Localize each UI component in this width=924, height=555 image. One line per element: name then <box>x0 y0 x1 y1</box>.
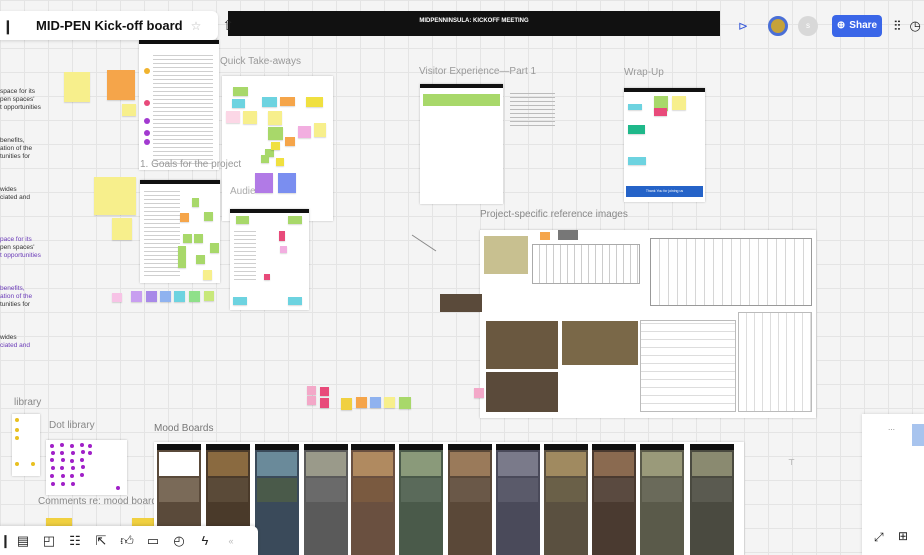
swatch-sticky[interactable] <box>341 398 352 410</box>
reference-photo <box>562 321 638 365</box>
map-icon[interactable]: ⊞ <box>898 529 908 543</box>
swatch-sticky[interactable] <box>307 386 316 395</box>
section-label: library <box>14 397 42 408</box>
swatch-sticky[interactable] <box>370 397 381 408</box>
settings-sliders-icon[interactable]: ⫶⫶ <box>894 18 901 34</box>
map-image <box>484 236 528 274</box>
timer-icon[interactable]: ◷ <box>910 18 921 34</box>
section-label: Dot library <box>49 420 95 431</box>
swatch-sticky[interactable] <box>189 291 200 302</box>
reactions-icon[interactable]: ⊳ <box>738 19 758 33</box>
side-note: space for its <box>0 88 36 95</box>
collab-toolbar: ⊳ s ⊕ Share ⫶⫶ ◷ <box>734 11 924 40</box>
section-label: 1. Goals for the project <box>140 159 242 170</box>
visitor-experience-frame[interactable] <box>420 84 503 204</box>
export-icon[interactable]: ⇱ <box>88 533 114 549</box>
library-frame[interactable] <box>12 414 40 476</box>
agenda-document[interactable] <box>139 40 219 170</box>
section-label: Quick Take-aways <box>220 56 301 67</box>
video-icon[interactable]: ▭ <box>140 533 166 549</box>
collapse-icon[interactable]: « <box>218 536 244 546</box>
swatch-sticky[interactable] <box>174 291 185 302</box>
star-icon[interactable]: ☆ <box>191 19 202 33</box>
side-note: t opportunities <box>0 104 41 111</box>
side-note: pace for its <box>0 236 32 243</box>
globe-icon: ⊕ <box>836 20 846 31</box>
side-note: benefits, <box>0 137 25 144</box>
fullscreen-icon[interactable]: ⤢ <box>874 530 884 545</box>
whiteboard-canvas[interactable]: space for its pen spaces' t opportunitie… <box>0 0 924 555</box>
side-note: ation of the <box>0 293 33 300</box>
side-note: wides <box>0 334 17 341</box>
section-label: Comments re: mood boards <box>38 496 162 507</box>
section-label: Project-specific reference images <box>480 209 628 220</box>
side-note: pen spaces' <box>0 96 35 103</box>
swatch-sticky[interactable] <box>160 291 171 302</box>
floor-plan-image <box>532 244 640 284</box>
list-icon[interactable]: ☷ <box>62 533 88 549</box>
share-button[interactable]: ⊕ Share <box>832 14 882 37</box>
reference-photo <box>440 294 482 312</box>
side-note: wides <box>0 186 17 193</box>
comment-icon[interactable]: ▤ <box>10 533 36 549</box>
swatch-sticky[interactable] <box>384 397 395 408</box>
swatch-sticky[interactable] <box>399 397 411 409</box>
avatar[interactable]: s <box>798 15 818 36</box>
dot-cluster <box>50 443 120 490</box>
lightning-icon[interactable]: ϟ <box>192 533 218 548</box>
more-icon[interactable]: ⋯ <box>888 426 895 434</box>
section-label: Mood Boards <box>154 423 214 434</box>
section-label: Wrap-Up <box>624 67 664 78</box>
section-label: Audie <box>230 186 256 197</box>
swatch-sticky[interactable] <box>356 397 367 408</box>
sticky-note[interactable] <box>64 72 90 102</box>
minimap-panel[interactable]: ⋯ ⤢ ⊞ <box>862 414 924 555</box>
pointer-icon[interactable]: ❙ <box>0 533 11 549</box>
section-label: Visitor Experience—Part 1 <box>419 66 537 77</box>
swatch-sticky[interactable] <box>112 293 122 302</box>
swatch-sticky[interactable] <box>131 291 142 302</box>
upload-icon[interactable]: ⇧ <box>222 17 234 34</box>
back-icon[interactable]: ❙ <box>2 18 14 34</box>
reference-photo <box>486 321 558 369</box>
side-note: benefits, <box>0 285 25 292</box>
sticky-note[interactable] <box>107 70 135 100</box>
board-header: ❙ MID-PEN Kick-off board ☆ ⇧ <box>0 11 234 40</box>
wrapup-button[interactable]: Thank You for joining us <box>626 186 703 197</box>
thumbs-up-icon[interactable]: 👍︎ <box>114 533 140 549</box>
side-note: t opportunities <box>0 252 41 259</box>
sticky-note[interactable] <box>112 218 132 240</box>
bottom-toolbar: ❙ ▤ ◰ ☷ ⇱ 👍︎ ▭ ◴ ϟ « <box>0 526 258 555</box>
meeting-banner: MIDPENNINSULA: KICKOFF MEETING <box>228 11 720 36</box>
swatch-sticky[interactable] <box>307 396 316 405</box>
side-note: ciated and <box>0 194 30 201</box>
side-note: ation of the <box>0 145 33 152</box>
avatar[interactable] <box>768 15 788 36</box>
floor-plan-image <box>650 238 812 306</box>
side-note: tunities for <box>0 301 30 308</box>
cards-icon[interactable]: ◰ <box>36 533 62 549</box>
floor-plan-image <box>738 312 812 412</box>
floor-plan-image <box>640 320 736 412</box>
board-title[interactable]: MID-PEN Kick-off board <box>36 18 183 33</box>
timer-icon[interactable]: ◴ <box>166 533 192 549</box>
sticky-note[interactable] <box>94 177 136 215</box>
side-note: tunities for <box>0 153 30 160</box>
swatch-sticky[interactable] <box>320 387 329 396</box>
swatch-sticky[interactable] <box>204 291 214 301</box>
side-note: pen spaces' <box>0 244 35 251</box>
reference-photo <box>486 372 558 412</box>
sticky-note[interactable] <box>122 104 136 116</box>
swatch-sticky[interactable] <box>146 291 157 302</box>
side-note: ciated and <box>0 342 30 349</box>
swatch-sticky[interactable] <box>320 398 329 408</box>
